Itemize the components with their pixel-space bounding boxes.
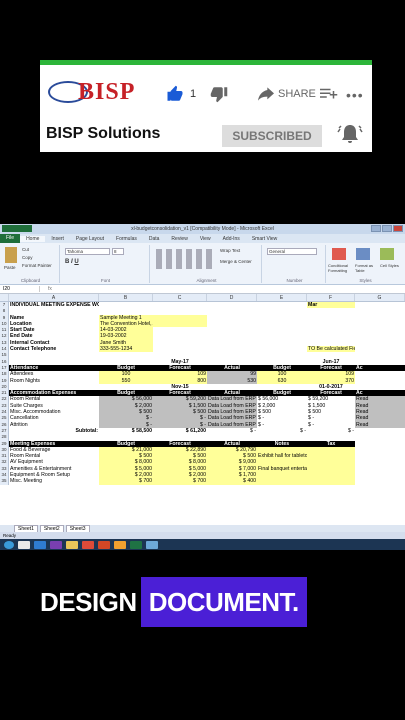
font-name-select[interactable]: Tahoma [65, 248, 110, 255]
excel-title-bar: xl-budgetconsolidation_v1 [Compatibility… [0, 224, 405, 234]
worksheet-row: 35 Misc. Meeting $ 700 $ 700 $ 400 [0, 478, 405, 485]
column-header[interactable]: A [9, 294, 99, 301]
window-controls[interactable] [371, 225, 403, 232]
visual-studio-icon[interactable] [50, 540, 62, 549]
column-header[interactable]: D [207, 294, 257, 301]
subscribe-button[interactable]: SUBSCRIBED [222, 125, 322, 147]
media-player-icon[interactable] [18, 540, 30, 549]
start-button-icon[interactable] [4, 540, 14, 549]
playlist-add-icon [320, 88, 338, 99]
column-header[interactable]: C [153, 294, 207, 301]
alignment-icons[interactable] [156, 249, 216, 269]
tab-smart-view[interactable]: Smart View [246, 236, 283, 242]
column-header[interactable]: F [307, 294, 355, 301]
chrome-icon[interactable] [82, 540, 94, 549]
thumbs-down-icon [210, 87, 228, 103]
tab-home[interactable]: Home [20, 235, 46, 242]
wrap-text-button[interactable]: Wrap Text [220, 248, 240, 253]
cell[interactable]: Misc. Meeting [9, 478, 99, 484]
share-button[interactable]: SHARE [258, 87, 316, 101]
column-header[interactable]: B [99, 294, 153, 301]
name-box[interactable]: I20 [0, 286, 40, 292]
paste-icon[interactable] [5, 247, 17, 263]
powerpoint-icon[interactable] [98, 540, 110, 549]
caption-left: DESIGN [36, 577, 141, 627]
excel-window: xl-budgetconsolidation_v1 [Compatibility… [0, 224, 405, 550]
formula-bar: I20 fx [0, 285, 405, 294]
cell[interactable]: $ 700 [99, 478, 153, 485]
cut-button[interactable]: Cut [22, 247, 29, 252]
folder-icon[interactable] [66, 540, 78, 549]
caption-right: DOCUMENT. [140, 577, 307, 627]
column-headers: A B C D E F G [0, 294, 405, 302]
conditional-formatting-icon[interactable] [332, 248, 346, 260]
excel-icon[interactable] [130, 540, 142, 549]
cell[interactable] [355, 478, 405, 484]
app-icon[interactable] [114, 540, 126, 549]
dislike-button[interactable] [210, 85, 228, 108]
merge-center-button[interactable]: Merge & Center [220, 259, 252, 264]
tab-insert[interactable]: Insert [45, 236, 70, 242]
maximize-icon [382, 225, 392, 232]
status-bar: Ready [0, 532, 405, 539]
alignment-group: Wrap Text Merge & Center Alignment [152, 245, 262, 283]
tab-file[interactable]: File [0, 234, 21, 243]
font-size-select[interactable]: 8 [112, 248, 124, 255]
clipboard-group: Paste Cut Copy Format Painter Clipboard [2, 245, 60, 283]
channel-name: BISP Solutions [46, 125, 161, 142]
tab-data[interactable]: Data [143, 236, 166, 242]
font-group: Tahoma 8 B I U Font [62, 245, 150, 283]
cell[interactable]: $ 400 [207, 478, 257, 485]
add-to-queue-button[interactable] [320, 87, 338, 106]
ribbon-tabs: File Home Insert Page Layout Formulas Da… [0, 234, 405, 243]
cell[interactable] [307, 478, 355, 485]
format-painter-button[interactable]: Format Painter [22, 263, 52, 268]
channel-banner: BISP 1 SHARE ••• BISP Solutions SUBSCRIB… [40, 60, 372, 152]
tab-add-ins[interactable]: Add-Ins [217, 236, 246, 242]
tab-formulas[interactable]: Formulas [110, 236, 143, 242]
format-as-table-icon[interactable] [356, 248, 370, 260]
row-number[interactable]: 35 [0, 478, 9, 485]
share-arrow-icon [258, 87, 274, 101]
bisp-logo: BISP [48, 77, 143, 109]
close-icon [393, 225, 403, 232]
column-header[interactable]: G [355, 294, 405, 301]
ie-icon[interactable] [34, 540, 46, 549]
window-icon[interactable] [146, 540, 158, 549]
minimize-icon [371, 225, 381, 232]
quick-access-toolbar[interactable] [2, 225, 32, 232]
column-header[interactable]: E [257, 294, 307, 301]
tab-review[interactable]: Review [165, 236, 193, 242]
more-options-button[interactable]: ••• [346, 87, 364, 103]
cell-styles-icon[interactable] [380, 248, 394, 260]
tab-view[interactable]: View [194, 236, 217, 242]
notification-bell-button[interactable] [336, 123, 364, 150]
bell-icon [337, 125, 363, 143]
windows-taskbar [0, 539, 405, 550]
thumbs-up-icon [167, 85, 183, 101]
sheet-tabs: Sheet1 Sheet2 Sheet3 [0, 524, 405, 533]
tab-page-layout[interactable]: Page Layout [70, 236, 110, 242]
fx-icon[interactable]: fx [40, 286, 60, 292]
number-group: General Number [264, 245, 326, 283]
ribbon: Paste Cut Copy Format Painter Clipboard … [0, 243, 405, 285]
copy-button[interactable]: Copy [22, 255, 33, 260]
number-format-select[interactable]: General [267, 248, 317, 255]
video-caption: DESIGN DOCUMENT. [36, 577, 372, 627]
bold-button[interactable]: B I U [65, 259, 79, 265]
window-title: xl-budgetconsolidation_v1 [Compatibility… [131, 226, 274, 232]
cell[interactable] [257, 478, 307, 485]
cell[interactable]: $ 700 [153, 478, 207, 485]
worksheet-grid[interactable]: 7INDIVIDUAL MEETING EXPENSE WORKSHEETMar… [0, 302, 405, 485]
like-button[interactable]: 1 [166, 85, 196, 103]
styles-group: Conditional Formatting Format as Table C… [328, 245, 403, 283]
